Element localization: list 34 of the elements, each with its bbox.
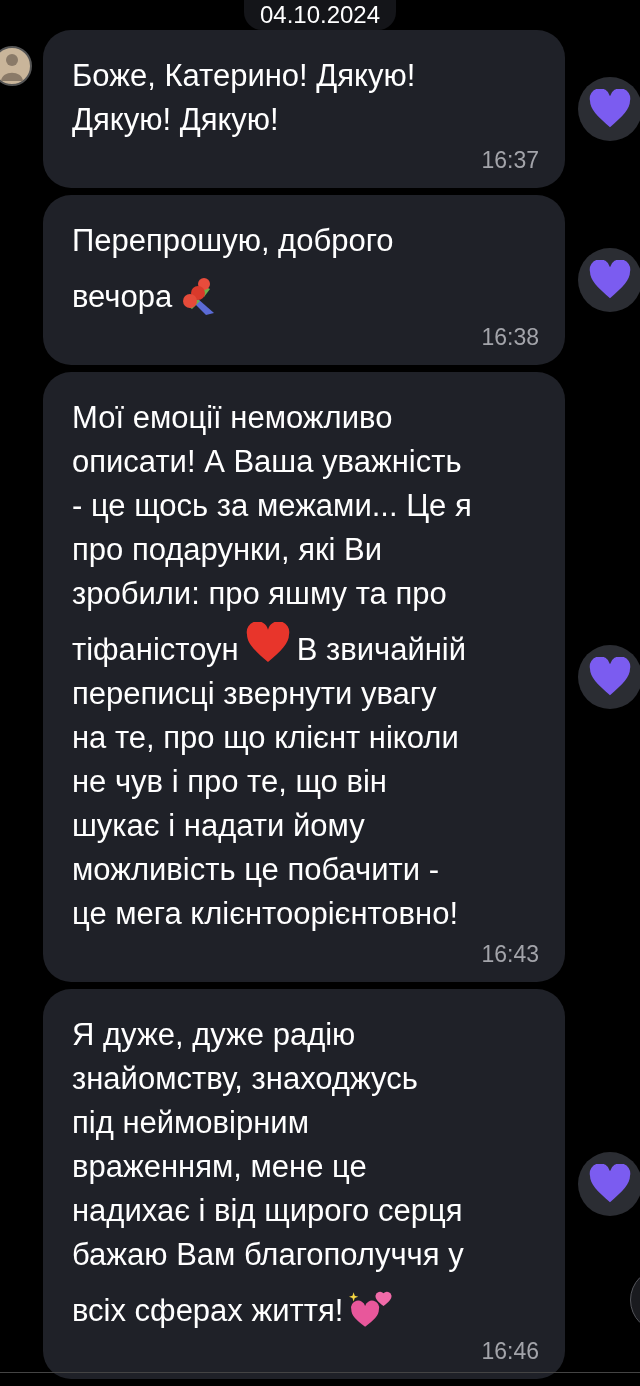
message-time: 16:46 — [481, 1337, 539, 1365]
heart-icon — [588, 260, 632, 300]
message-time: 16:37 — [481, 146, 539, 174]
message-text: знайомству, знаходжусь — [72, 1060, 418, 1098]
message-text: не чув і про те, що він — [72, 763, 387, 801]
message-text: вечора — [72, 278, 173, 316]
message-text: враженням, мене це — [72, 1148, 367, 1186]
heart-icon — [244, 622, 291, 664]
heart-icon — [588, 657, 632, 697]
message-text: надихає і від щирого серця — [72, 1192, 463, 1230]
message-text: описати! А Ваша уважність — [72, 443, 462, 481]
heart-icon — [588, 89, 632, 129]
message-text: на те, про що клієнт ніколи — [72, 719, 459, 757]
message-text: Боже, Катерино! Дякую! — [72, 57, 416, 95]
message-text: переписці звернути увагу — [72, 675, 437, 713]
message-text: В звичайній — [296, 631, 467, 669]
message-text: про подарунки, які Ви — [72, 531, 382, 569]
message-text: Мої емоції неможливо — [72, 399, 393, 437]
message-text: Я дуже, дуже радію — [72, 1016, 356, 1054]
message-text: під неймовірним — [72, 1104, 309, 1142]
heart-icon — [588, 1164, 632, 1204]
message-text: тіфаністоун — [72, 631, 239, 669]
message-text: всіх сферах життя! — [72, 1292, 344, 1330]
date-label: 04.10.2024 — [243, 0, 397, 30]
message-text: це мега клієнтоорієнтовно! — [72, 895, 459, 933]
message-time: 16:38 — [481, 323, 539, 351]
message-text: шукає і надати йому — [72, 807, 365, 845]
message-text: бажаю Вам благополуччя у — [72, 1236, 464, 1274]
message-text: Перепрошую, доброго — [72, 222, 394, 260]
message-time: 16:43 — [481, 940, 539, 968]
message-text: - це щось за межами... Це я — [72, 487, 472, 525]
message-text: Дякую! Дякую! — [72, 101, 279, 139]
message-text: можливість це побачити - — [72, 851, 439, 889]
message-text: зробили: про яшму та про — [72, 575, 447, 613]
